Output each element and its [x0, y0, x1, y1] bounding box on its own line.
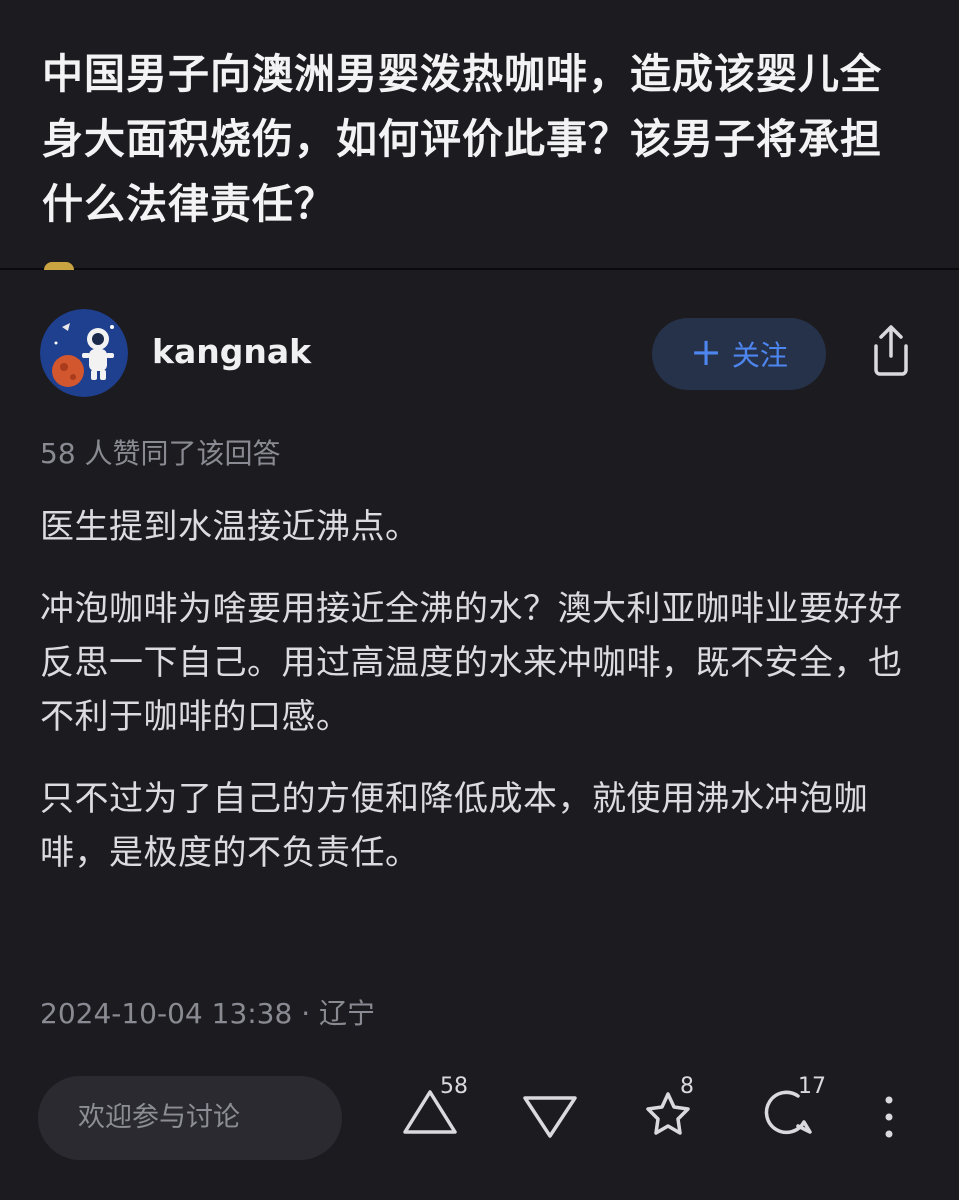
question-title[interactable]: 中国男子向澳洲男婴泼热咖啡，造成该婴儿全身大面积烧伤，如何评价此事？该男子将承担…	[42, 42, 922, 237]
avatar[interactable]	[40, 309, 128, 397]
plus-icon: +	[690, 330, 722, 374]
share-icon	[874, 325, 908, 376]
follow-label: 关注	[731, 339, 788, 372]
author-name[interactable]: kangnak	[152, 332, 311, 371]
favorite-count: 8	[680, 1074, 694, 1099]
upvote-count: 58	[440, 1074, 468, 1099]
favorite-button[interactable]: 8	[638, 1074, 708, 1150]
follow-button[interactable]: + 关注	[652, 318, 826, 390]
comment-count: 17	[798, 1074, 826, 1099]
share-button[interactable]	[866, 322, 916, 378]
answer-meta: 2024-10-04 13:38 · 辽宁	[40, 997, 376, 1030]
question-header[interactable]: 中国男子向澳洲男婴泼热咖啡，造成该婴儿全身大面积烧伤，如何评价此事？该男子将承担…	[0, 0, 959, 270]
upvote-button[interactable]: 58	[400, 1074, 470, 1150]
author-row: kangnak + 关注	[0, 300, 959, 410]
comment-input[interactable]: 欢迎参与讨论	[38, 1076, 342, 1160]
comment-button[interactable]: 17	[758, 1074, 828, 1150]
downvote-icon	[523, 1096, 577, 1138]
answer-paragraph: 医生提到水温接近沸点。	[40, 507, 420, 547]
answer-body: 医生提到水温接近沸点。 冲泡咖啡为啥要用接近全沸的水？澳大利亚咖啡业要好好反思一…	[40, 500, 920, 880]
next-avatar-peek	[44, 262, 74, 270]
answer-paragraph: 只不过为了自己的方便和降低成本，就使用沸水冲泡咖啡，是极度的不负责任。	[40, 779, 868, 873]
more-button[interactable]	[874, 1092, 904, 1142]
downvote-button[interactable]	[520, 1080, 590, 1150]
more-icon	[885, 1096, 893, 1138]
answer-paragraph: 冲泡咖啡为啥要用接近全沸的水？澳大利亚咖啡业要好好反思一下自己。用过高温度的水来…	[40, 589, 903, 737]
upvote-summary: 58 人赞同了该回答	[40, 437, 281, 470]
bottom-action-bar: 欢迎参与讨论 58 8 17	[0, 1070, 959, 1180]
